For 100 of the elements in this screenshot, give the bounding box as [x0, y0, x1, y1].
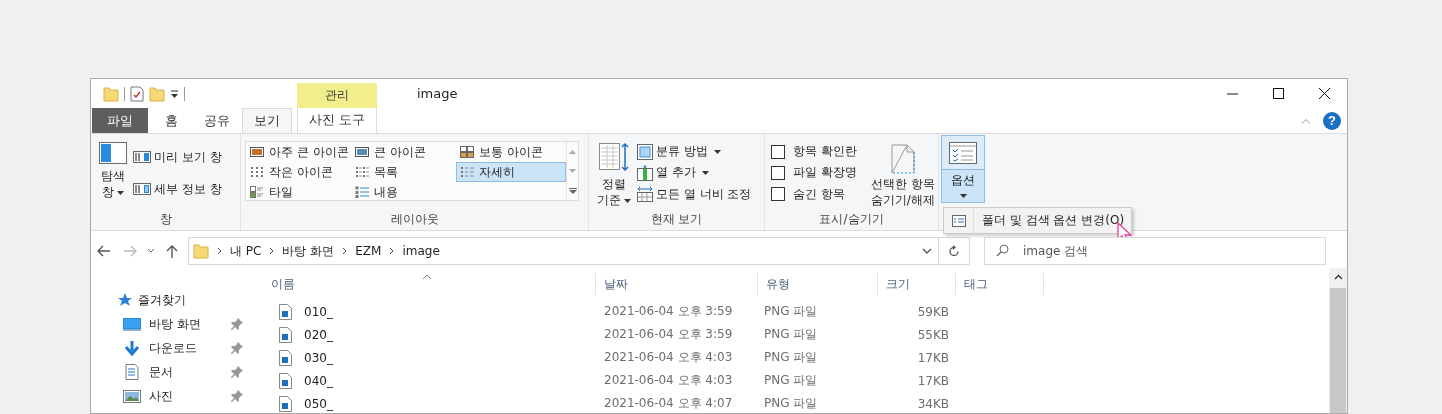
- sort-table-icon: [599, 142, 629, 172]
- close-icon: [1318, 88, 1330, 99]
- more-icon: [568, 188, 577, 195]
- sort-button[interactable]: 정렬 기준: [593, 139, 635, 211]
- ribbon-button[interactable]: 모든 열 너비 조정: [635, 184, 754, 204]
- ribbon-tab[interactable]: 공유: [194, 108, 240, 133]
- ribbon-tab[interactable]: 보기: [242, 108, 292, 133]
- ribbon-tab[interactable]: 홈: [148, 108, 194, 133]
- preview-pane-button[interactable]: 미리 보기 창: [131, 147, 224, 167]
- layout-option[interactable]: 큰 아이콘: [351, 142, 456, 162]
- help-button[interactable]: ?: [1323, 111, 1341, 130]
- breadcrumb[interactable]: 바탕 화면: [282, 242, 335, 260]
- checkbox-option[interactable]: 숨긴 항목: [769, 184, 859, 204]
- search-field[interactable]: image 검색: [984, 237, 1326, 265]
- image-file-icon: [279, 349, 292, 366]
- address-bar[interactable]: 내 PC 바탕 화면 EZM image: [188, 237, 939, 265]
- table-cell-text: 55KB: [916, 327, 950, 342]
- ribbon-tab[interactable]: 파일: [92, 108, 148, 133]
- column-header[interactable]: 이름: [259, 273, 596, 295]
- table-cell-text: 2021-06-04 오후 4:07: [603, 395, 734, 412]
- table-cell-text: 17KB: [916, 350, 950, 365]
- details-icon: [460, 166, 474, 178]
- breadcrumb[interactable]: EZM: [355, 244, 382, 258]
- file-name[interactable]: 020_: [296, 327, 333, 342]
- document-icon: [123, 364, 141, 380]
- pictures-icon: [123, 388, 141, 404]
- chevron-right-icon: [217, 247, 222, 255]
- checkbox-option[interactable]: 항목 확인란: [769, 142, 859, 162]
- context-tab-label[interactable]: 관리: [297, 83, 377, 108]
- ribbon-button[interactable]: 분류 방법: [635, 142, 754, 162]
- scroll-up-icon: [1333, 274, 1343, 280]
- ribbon-button[interactable]: 열 추가: [635, 163, 754, 183]
- group-label: 표시/숨기기: [818, 211, 885, 228]
- column-header[interactable]: 유형: [758, 273, 878, 295]
- table-cell-text: 59KB: [916, 304, 950, 319]
- folder-icon: [103, 85, 119, 102]
- group-label: 레이아웃: [389, 211, 440, 228]
- group-label: 현재 보기: [649, 211, 704, 228]
- table-cell-text: 17KB: [916, 373, 950, 388]
- table-cell-text: 34KB: [916, 396, 950, 411]
- nav-item[interactable]: 사진: [91, 384, 251, 408]
- forward-arrow-icon: [122, 244, 138, 258]
- nav-item[interactable]: 즐겨찾기: [91, 288, 192, 312]
- details-pane-button[interactable]: 세부 정보 창: [131, 179, 224, 199]
- file-name[interactable]: 050_: [296, 396, 333, 411]
- picture-icon: [355, 146, 369, 158]
- nav-item[interactable]: 문서: [91, 360, 251, 384]
- table-cell-text: PNG 파일: [763, 395, 819, 412]
- list-icon: [355, 166, 369, 178]
- nav-item-label: 문서: [149, 363, 174, 381]
- breadcrumb[interactable]: 내 PC: [230, 242, 262, 260]
- layout-option[interactable]: 타일: [246, 182, 351, 202]
- breadcrumb[interactable]: image: [402, 244, 440, 258]
- column-header[interactable]: 날짜: [596, 273, 758, 295]
- window-title: image: [417, 85, 458, 103]
- sort-caret-icon: [422, 274, 432, 280]
- small-icons-icon: [250, 166, 264, 178]
- scrollbar[interactable]: [1329, 268, 1347, 413]
- maximize-icon: [1272, 88, 1284, 99]
- table-cell-text: PNG 파일: [763, 372, 819, 389]
- nav-item[interactable]: 바탕 화면: [91, 312, 251, 336]
- table-cell-text: 2021-06-04 오후 4:03: [603, 349, 734, 366]
- nav-item[interactable]: 다운로드: [91, 336, 251, 360]
- picture-icon: [250, 146, 264, 158]
- table-cell-text: PNG 파일: [763, 326, 819, 343]
- hide-selected-button[interactable]: 선택한 항목 숨기기/해제: [866, 141, 939, 211]
- refresh-button[interactable]: [939, 237, 970, 265]
- column-header[interactable]: 크기: [878, 273, 956, 295]
- star-icon: [118, 293, 132, 307]
- checkbox[interactable]: [771, 166, 785, 180]
- nav-item-label: 바탕 화면: [149, 315, 202, 333]
- file-name[interactable]: 030_: [296, 350, 333, 365]
- caret-icon: [170, 89, 179, 98]
- image-file-icon: [279, 372, 292, 389]
- options-icon: [949, 141, 977, 164]
- layout-option[interactable]: 작은 아이콘: [246, 162, 351, 182]
- options-button[interactable]: 옵션: [941, 135, 985, 203]
- image-file-icon: [279, 303, 292, 320]
- back-arrow-icon: [96, 244, 112, 258]
- layout-option[interactable]: 보통 아이콘: [456, 142, 566, 162]
- folder-icon: [149, 85, 165, 102]
- checkbox[interactable]: [771, 187, 785, 202]
- layout-option[interactable]: 내용: [351, 182, 456, 202]
- layout-option[interactable]: 목록: [351, 162, 456, 182]
- preview-pane-icon: [133, 150, 151, 164]
- column-header[interactable]: 태그: [956, 273, 1044, 295]
- layout-option[interactable]: 자세히: [456, 162, 566, 182]
- navigation-pane-button[interactable]: 탐색 창: [95, 139, 131, 211]
- layout-option[interactable]: 아주 큰 아이콘: [246, 142, 351, 162]
- checkbox[interactable]: [771, 144, 785, 159]
- file-name[interactable]: 010_: [296, 304, 333, 319]
- navigation-pane-icon: [99, 142, 127, 164]
- search-icon: [996, 244, 1009, 257]
- up-arrow-icon: [165, 244, 179, 258]
- file-name[interactable]: 040_: [296, 373, 333, 388]
- scroll-down-icon: [569, 169, 576, 173]
- group-by-icon: [637, 143, 653, 160]
- scroll-up-icon: [569, 149, 576, 154]
- checkbox-option[interactable]: 파일 확장명: [769, 163, 859, 183]
- table-cell-text: 2021-06-04 오후 3:59: [603, 326, 734, 343]
